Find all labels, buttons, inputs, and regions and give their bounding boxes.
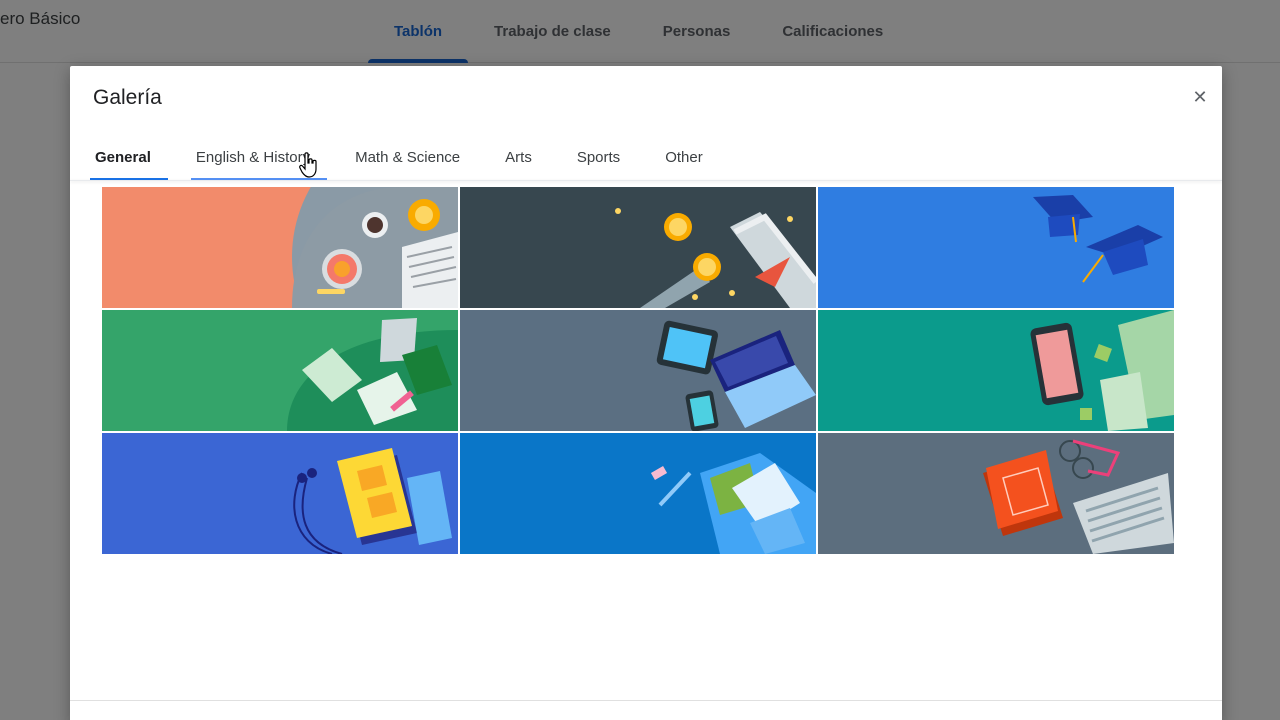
laptop-illustration xyxy=(460,310,816,431)
theme-coffee-table[interactable] xyxy=(102,187,458,308)
tab-divider xyxy=(70,180,1222,181)
theme-laptop-devices[interactable] xyxy=(460,310,816,431)
tab-sports[interactable]: Sports xyxy=(572,134,637,180)
theme-notebooks-green[interactable] xyxy=(102,310,458,431)
tab-arts[interactable]: Arts xyxy=(500,134,549,180)
theme-tablet-notes[interactable] xyxy=(818,310,1174,431)
coffee-table-illustration xyxy=(102,187,458,308)
theme-backpack[interactable] xyxy=(460,433,816,554)
theme-yellow-notebook[interactable] xyxy=(102,433,458,554)
yellow-notebook-illustration xyxy=(102,433,458,554)
tab-math-science[interactable]: Math & Science xyxy=(350,134,477,180)
tablet-illustration xyxy=(818,310,1174,431)
close-icon: ✕ xyxy=(1192,87,1208,107)
diploma-illustration xyxy=(460,187,816,308)
theme-book-glasses[interactable] xyxy=(818,433,1174,554)
backpack-illustration xyxy=(460,433,816,554)
theme-grid xyxy=(102,187,1174,554)
gallery-dialog: Galería ✕ General English & History Math… xyxy=(70,66,1222,720)
dialog-title: Galería xyxy=(93,86,162,109)
gallery-tabs: General English & History Math & Science… xyxy=(90,134,743,180)
theme-diploma-medals[interactable] xyxy=(460,187,816,308)
hand-cursor-icon xyxy=(299,152,317,178)
theme-graduation-caps[interactable] xyxy=(818,187,1174,308)
dialog-footer-divider xyxy=(70,700,1222,701)
tab-general[interactable]: General xyxy=(90,134,168,180)
graduation-caps-illustration xyxy=(818,187,1174,308)
book-glasses-illustration xyxy=(818,433,1174,554)
notebooks-illustration xyxy=(102,310,458,431)
tab-other[interactable]: Other xyxy=(660,134,720,180)
close-button[interactable]: ✕ xyxy=(1190,86,1210,108)
